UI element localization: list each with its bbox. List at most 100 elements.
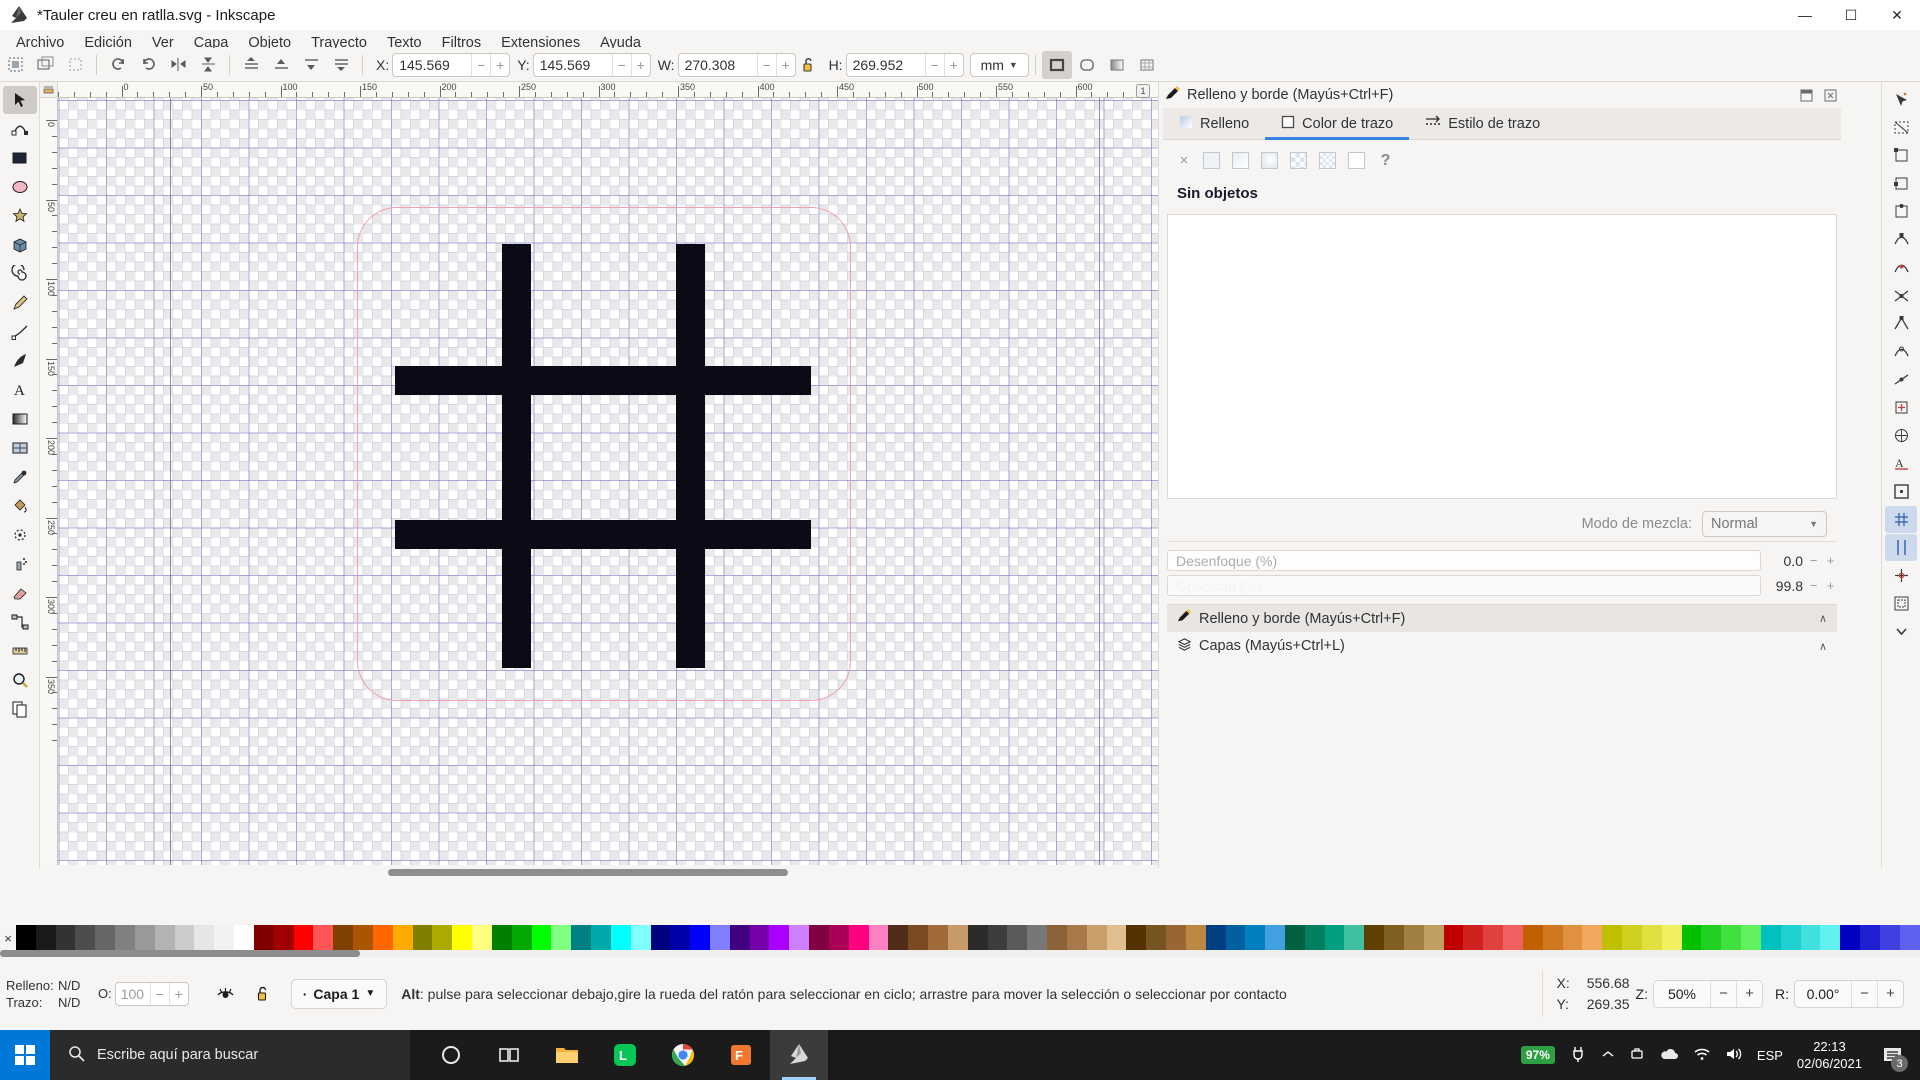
tool-spiral[interactable] bbox=[3, 260, 37, 288]
palette-color-swatch[interactable] bbox=[1879, 925, 1900, 951]
shape-vertical-bar-left[interactable] bbox=[502, 244, 531, 668]
paint-question[interactable]: ? bbox=[1377, 152, 1394, 169]
palette-color-swatch[interactable] bbox=[908, 925, 929, 951]
line-app-icon[interactable]: L bbox=[596, 1030, 654, 1080]
palette-color-swatch[interactable] bbox=[1641, 925, 1662, 951]
file-explorer-icon[interactable] bbox=[538, 1030, 596, 1080]
tool-connector[interactable] bbox=[3, 608, 37, 636]
tool-selector[interactable] bbox=[2, 86, 37, 114]
h-decrement-button[interactable]: − bbox=[924, 53, 944, 76]
snap-rotation-center-icon[interactable] bbox=[1885, 422, 1917, 449]
palette-scrollbar[interactable] bbox=[0, 950, 1920, 957]
tool-ellipse[interactable] bbox=[3, 173, 37, 201]
palette-color-swatch[interactable] bbox=[1007, 925, 1028, 951]
rotate-cw-icon[interactable] bbox=[133, 51, 163, 79]
palette-color-swatch[interactable] bbox=[630, 925, 651, 951]
snap-enable-icon[interactable] bbox=[1885, 86, 1917, 113]
opacity-input[interactable] bbox=[115, 985, 150, 1002]
palette-color-swatch[interactable] bbox=[1860, 925, 1880, 951]
palette-color-swatch[interactable] bbox=[452, 925, 473, 951]
palette-color-swatch[interactable] bbox=[769, 925, 790, 951]
palette-color-swatch[interactable] bbox=[16, 925, 36, 951]
tab-estilo-de-trazo[interactable]: Estilo de trazo bbox=[1409, 108, 1556, 139]
palette-color-swatch[interactable] bbox=[1899, 925, 1920, 951]
tool-eraser[interactable] bbox=[3, 579, 37, 607]
snap-path-intersection-icon[interactable] bbox=[1885, 282, 1917, 309]
palette-color-swatch[interactable] bbox=[1463, 925, 1484, 951]
tool-calligraphy[interactable] bbox=[3, 347, 37, 375]
palette-color-swatch[interactable] bbox=[293, 925, 314, 951]
paint-unknown[interactable] bbox=[1348, 152, 1365, 169]
palette-color-swatch[interactable] bbox=[571, 925, 592, 951]
task-view-icon[interactable] bbox=[480, 1030, 538, 1080]
notifications-icon[interactable]: 3 bbox=[1876, 1030, 1910, 1080]
palette-color-swatch[interactable] bbox=[828, 925, 849, 951]
palette-color-swatch[interactable] bbox=[967, 925, 988, 951]
search-input[interactable]: Escribe aquí para buscar bbox=[50, 1030, 410, 1080]
palette-color-swatch[interactable] bbox=[531, 925, 552, 951]
palette-color-swatch[interactable] bbox=[650, 925, 671, 951]
zoom-decrement-button[interactable]: − bbox=[1710, 980, 1736, 1007]
raise-icon[interactable] bbox=[266, 51, 296, 79]
tool-bezier[interactable] bbox=[3, 318, 37, 346]
palette-color-swatch[interactable] bbox=[1324, 925, 1345, 951]
palette-color-swatch[interactable] bbox=[1285, 925, 1305, 951]
palette-color-swatch[interactable] bbox=[1146, 925, 1167, 951]
opacity-decrement-button[interactable]: − bbox=[1807, 578, 1820, 593]
snap-text-baseline-icon[interactable]: A bbox=[1885, 450, 1917, 477]
palette-color-swatch[interactable] bbox=[610, 925, 631, 951]
tool-text[interactable]: A bbox=[3, 376, 37, 404]
h-spinbox[interactable]: − + bbox=[845, 52, 964, 77]
palette-color-swatch[interactable] bbox=[1086, 925, 1107, 951]
affect-patterns-icon[interactable] bbox=[1132, 51, 1162, 79]
y-input[interactable] bbox=[533, 53, 612, 76]
palette-color-swatch[interactable] bbox=[1701, 925, 1722, 951]
w-increment-button[interactable]: + bbox=[775, 53, 795, 76]
tab-relleno[interactable]: Relleno bbox=[1163, 108, 1265, 139]
palette-color-swatch[interactable] bbox=[115, 925, 135, 951]
snap-bbox-corner-icon[interactable] bbox=[1885, 142, 1917, 169]
palette-color-swatch[interactable] bbox=[491, 925, 512, 951]
x-input[interactable] bbox=[393, 53, 472, 76]
paint-radial-gradient[interactable] bbox=[1261, 152, 1278, 169]
dock-float-icon[interactable] bbox=[1797, 86, 1815, 104]
unit-select[interactable]: mm ▼ bbox=[969, 52, 1029, 77]
tool-paint-bucket[interactable] bbox=[3, 492, 37, 520]
palette-color-swatch[interactable] bbox=[313, 925, 334, 951]
snap-grid-icon[interactable] bbox=[1885, 506, 1917, 533]
palette-color-swatch[interactable] bbox=[1423, 925, 1444, 951]
palette-color-swatch[interactable] bbox=[809, 925, 829, 951]
tool-zoom[interactable] bbox=[3, 666, 37, 694]
snap-midpoint-line-icon[interactable] bbox=[1885, 366, 1917, 393]
palette-color-swatch[interactable] bbox=[1185, 925, 1206, 951]
blur-decrement-button[interactable]: − bbox=[1807, 553, 1820, 568]
opacity-slider[interactable]: Opacidad (%) bbox=[1167, 575, 1761, 596]
palette-color-swatch[interactable] bbox=[947, 925, 968, 951]
opacity-increment-button[interactable]: + bbox=[168, 982, 188, 1005]
palette-color-swatch[interactable] bbox=[472, 925, 492, 951]
w-input[interactable] bbox=[678, 53, 757, 76]
palette-color-swatch[interactable] bbox=[789, 925, 810, 951]
palette-color-swatch[interactable] bbox=[1066, 925, 1087, 951]
palette-color-swatch[interactable] bbox=[690, 925, 710, 951]
palette-color-swatch[interactable] bbox=[1503, 925, 1523, 951]
palette-color-swatch[interactable] bbox=[1047, 925, 1067, 951]
opacity-value[interactable]: 99.8 bbox=[1765, 578, 1803, 594]
tab-color-de-trazo[interactable]: Color de trazo bbox=[1265, 108, 1410, 140]
snap-path-icon[interactable] bbox=[1885, 254, 1917, 281]
palette-color-swatch[interactable] bbox=[1126, 925, 1147, 951]
palette-color-swatch[interactable] bbox=[1166, 925, 1186, 951]
palette-color-swatch[interactable] bbox=[1364, 925, 1385, 951]
tool-star[interactable] bbox=[3, 202, 37, 230]
palette-color-swatch[interactable] bbox=[848, 925, 869, 951]
palette-color-swatch[interactable] bbox=[1106, 925, 1127, 951]
paint-swatch[interactable] bbox=[1319, 152, 1336, 169]
ruler-unit-corner[interactable] bbox=[40, 82, 58, 98]
palette-color-swatch[interactable] bbox=[1522, 925, 1543, 951]
palette-color-swatch[interactable] bbox=[888, 925, 909, 951]
palette-color-swatch[interactable] bbox=[194, 925, 215, 951]
blend-mode-select[interactable]: Normal ▼ bbox=[1702, 510, 1827, 537]
palette-color-swatch[interactable] bbox=[35, 925, 56, 951]
zoom-increment-button[interactable]: + bbox=[1736, 980, 1762, 1007]
palette-color-swatch[interactable] bbox=[1384, 925, 1404, 951]
